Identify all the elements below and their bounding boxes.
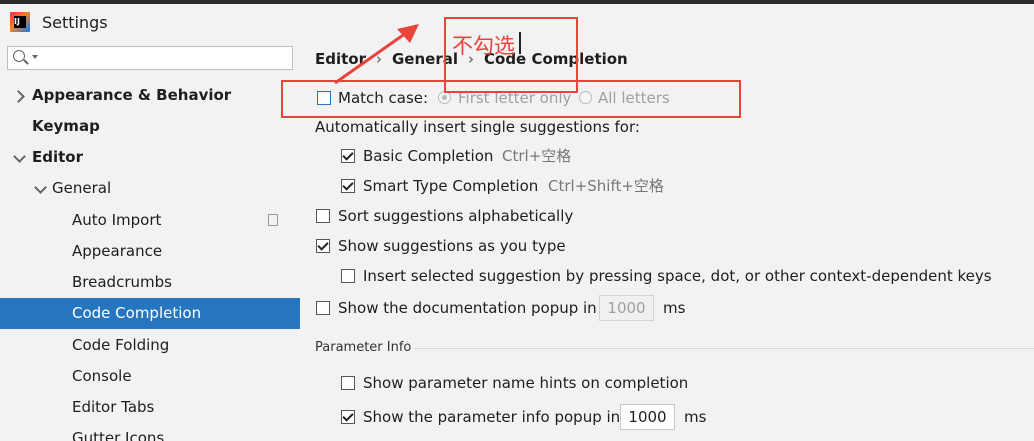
doc-popup-delay-input[interactable]: 1000 xyxy=(599,295,654,321)
sidebar-item-label: Breadcrumbs xyxy=(72,273,172,291)
annotation-text: 不勾选 xyxy=(452,34,515,58)
sidebar-item-appearance[interactable]: Appearance xyxy=(0,236,300,267)
sidebar-item-label: Appearance & Behavior xyxy=(32,86,232,104)
doc-popup-unit: ms xyxy=(663,299,686,317)
show-as-you-type-label: Show suggestions as you type xyxy=(338,237,566,255)
text-cursor xyxy=(519,32,521,54)
param-info-popup-row: Show the parameter info popup in 1000 ms xyxy=(341,404,761,430)
show-as-you-type-row: Show suggestions as you type xyxy=(316,235,616,257)
basic-completion-shortcut: Ctrl+空格 xyxy=(502,147,572,165)
doc-popup-label: Show the documentation popup in xyxy=(338,299,597,317)
sidebar-item-label: Code Completion xyxy=(72,304,202,322)
sidebar-item-auto-import[interactable]: Auto Import xyxy=(0,205,300,236)
window-title: Settings xyxy=(42,13,108,32)
sidebar-item-label: Keymap xyxy=(32,117,100,135)
smart-type-completion-row: Smart Type Completion Ctrl+Shift+空格 xyxy=(341,175,681,197)
param-name-hints-checkbox[interactable] xyxy=(341,376,355,390)
sidebar-item-breadcrumbs[interactable]: Breadcrumbs xyxy=(0,267,300,298)
project-settings-icon xyxy=(265,212,278,226)
sidebar-item-label: Auto Import xyxy=(72,211,162,229)
sidebar-item-keymap[interactable]: Keymap xyxy=(0,111,300,142)
param-name-hints-row: Show parameter name hints on completion xyxy=(341,372,741,394)
basic-completion-row: Basic Completion Ctrl+空格 xyxy=(341,145,641,167)
sidebar-item-console[interactable]: Console xyxy=(0,361,300,392)
sidebar-item-label: Gutter Icons xyxy=(72,429,165,441)
insert-selected-row: Insert selected suggestion by pressing s… xyxy=(341,265,1021,287)
basic-completion-label: Basic Completion xyxy=(363,147,494,165)
auto-insert-heading: Automatically insert single suggestions … xyxy=(315,118,640,136)
settings-search-input[interactable] xyxy=(7,46,293,70)
search-icon[interactable] xyxy=(13,50,25,62)
settings-sidebar: Appearance & Behavior Keymap Editor Gene… xyxy=(0,38,300,441)
intellij-app-icon: IJ xyxy=(10,12,30,32)
doc-popup-row: Show the documentation popup in 1000 ms xyxy=(316,295,736,321)
section-divider xyxy=(414,348,1034,349)
sidebar-item-label: Editor Tabs xyxy=(72,398,155,416)
param-info-popup-delay-input[interactable]: 1000 xyxy=(620,404,675,430)
insert-selected-label: Insert selected suggestion by pressing s… xyxy=(363,267,992,285)
sidebar-item-label: Code Folding xyxy=(72,336,170,354)
sidebar-item-code-completion[interactable]: Code Completion xyxy=(0,298,300,329)
param-info-popup-checkbox[interactable] xyxy=(341,410,355,424)
param-info-popup-label: Show the parameter info popup in xyxy=(363,408,621,426)
sidebar-item-editor[interactable]: Editor xyxy=(0,142,300,173)
sidebar-item-label: Console xyxy=(72,367,132,385)
sidebar-item-editor-tabs[interactable]: Editor Tabs xyxy=(0,392,300,423)
smart-type-completion-label: Smart Type Completion xyxy=(363,177,539,195)
sidebar-item-gutter-icons[interactable]: Gutter Icons xyxy=(0,423,300,441)
basic-completion-checkbox[interactable] xyxy=(341,149,355,163)
sidebar-item-general[interactable]: General xyxy=(0,173,300,204)
sort-alpha-checkbox[interactable] xyxy=(316,209,330,223)
param-name-hints-label: Show parameter name hints on completion xyxy=(363,374,689,392)
annotation-box-match-case xyxy=(281,80,741,118)
doc-popup-checkbox[interactable] xyxy=(316,301,330,315)
sidebar-item-code-folding[interactable]: Code Folding xyxy=(0,330,300,361)
chevron-right-icon[interactable] xyxy=(12,90,25,103)
breadcrumb-editor[interactable]: Editor xyxy=(315,50,366,68)
smart-type-completion-shortcut: Ctrl+Shift+空格 xyxy=(548,177,664,195)
smart-type-completion-checkbox[interactable] xyxy=(341,179,355,193)
insert-selected-checkbox[interactable] xyxy=(341,269,355,283)
sidebar-item-label: Editor xyxy=(32,148,83,166)
sort-alpha-label: Sort suggestions alphabetically xyxy=(338,207,574,225)
param-info-popup-unit: ms xyxy=(684,408,707,426)
chevron-down-icon[interactable] xyxy=(34,181,47,194)
search-dropdown-arrow-icon[interactable] xyxy=(32,55,38,59)
chevron-down-icon[interactable] xyxy=(13,150,26,163)
sidebar-item-appearance-behavior[interactable]: Appearance & Behavior xyxy=(0,80,300,111)
parameter-info-section-title: Parameter Info xyxy=(315,340,412,355)
sidebar-item-label: General xyxy=(52,179,112,197)
sidebar-item-label: Appearance xyxy=(72,242,163,260)
breadcrumb-separator: › xyxy=(376,50,382,68)
sort-alpha-row: Sort suggestions alphabetically xyxy=(316,205,616,227)
show-as-you-type-checkbox[interactable] xyxy=(316,239,330,253)
